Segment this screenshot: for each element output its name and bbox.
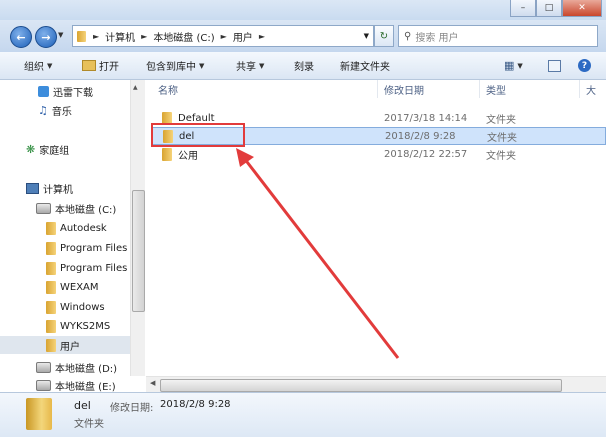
details-modified-value: 2018/2/8 9:28 (160, 399, 231, 410)
folder-icon (26, 398, 52, 430)
details-type: 文件夹 (74, 419, 104, 430)
horizontal-scrollbar[interactable]: ◀ (146, 376, 606, 393)
horizontal-scroll-thumb[interactable] (160, 379, 562, 392)
annotation-arrow (236, 148, 400, 359)
scroll-left-icon[interactable]: ◀ (150, 379, 155, 387)
details-modified-label: 修改日期: (110, 403, 154, 414)
details-name: del (74, 399, 91, 412)
